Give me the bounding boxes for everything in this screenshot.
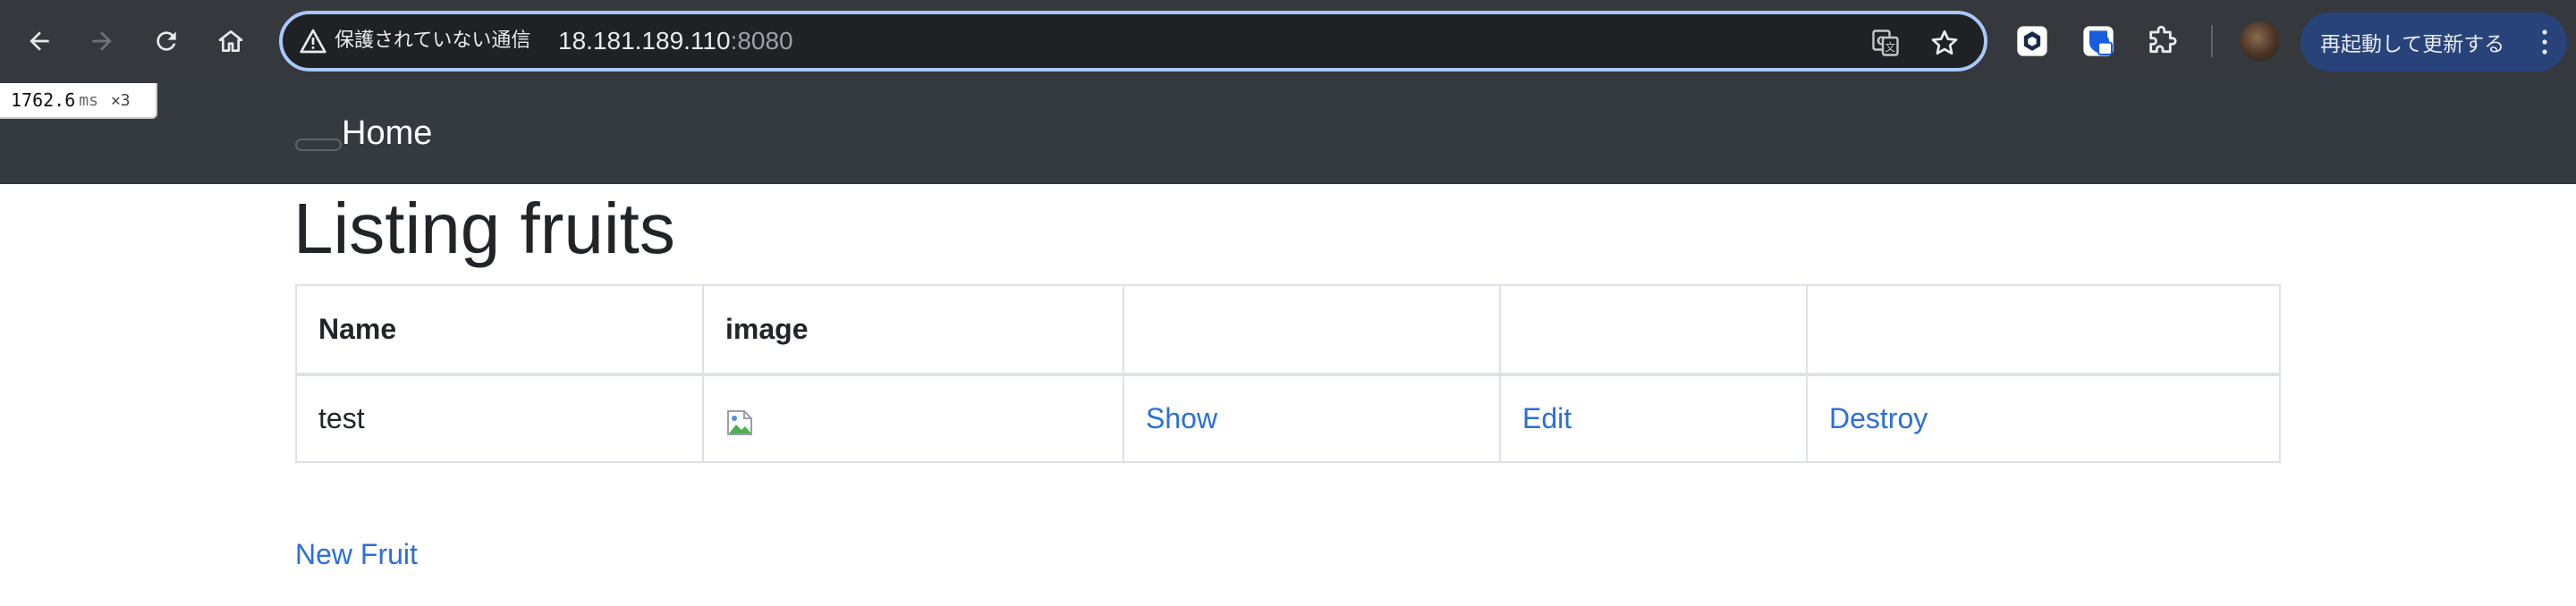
perf-value: 1762.6 <box>11 89 76 111</box>
cell-name: test <box>295 374 704 463</box>
app-navbar: Home <box>0 83 2576 184</box>
url-text[interactable]: 18.181.189.110:8080 <box>558 25 793 57</box>
svg-text:文: 文 <box>1885 40 1895 54</box>
home-icon <box>218 30 243 52</box>
edit-link[interactable]: Edit <box>1522 402 1572 434</box>
browser-toolbar: 保護されていない通信 18.181.189.110:8080 G 文 再起動して… <box>0 0 2576 83</box>
address-bar[interactable]: 保護されていない通信 18.181.189.110:8080 G 文 <box>279 11 1987 72</box>
star-icon[interactable] <box>1928 27 1961 59</box>
destroy-link[interactable]: Destroy <box>1829 402 1928 434</box>
cell-show: Show <box>1123 374 1501 463</box>
table-row: test Show Edit Destroy <box>295 374 2281 463</box>
home-button[interactable] <box>211 21 250 61</box>
broken-image-icon <box>727 409 752 435</box>
perf-multiplier: ✕3 <box>110 90 131 110</box>
perf-unit: ms <box>79 90 98 110</box>
header-destroy <box>1806 284 2281 376</box>
navbar-toggler[interactable] <box>295 139 342 151</box>
puzzle-icon[interactable] <box>2145 23 2181 59</box>
header-image: image <box>702 284 1124 376</box>
cell-edit: Edit <box>1499 374 1808 463</box>
reload-icon <box>157 31 176 51</box>
cell-destroy: Destroy <box>1806 374 2281 463</box>
fruits-table: Name image test Show Edit Destroy <box>295 284 2281 463</box>
nav-home-link[interactable]: Home <box>342 114 432 153</box>
header-edit <box>1499 284 1808 376</box>
header-show <box>1123 284 1501 376</box>
kebab-menu-icon <box>2542 29 2547 55</box>
profile-avatar[interactable] <box>2240 21 2279 61</box>
show-link[interactable]: Show <box>1146 402 1217 434</box>
bitwarden-icon[interactable] <box>2080 23 2116 59</box>
url-host: 18.181.189.110 <box>558 27 731 55</box>
page-title: Listing fruits <box>293 189 675 268</box>
warning-icon[interactable] <box>299 27 327 55</box>
forward-button[interactable] <box>82 21 122 61</box>
header-name: Name <box>295 284 704 376</box>
new-fruit-link[interactable]: New Fruit <box>295 536 418 572</box>
back-button[interactable] <box>20 21 59 61</box>
update-button[interactable]: 再起動して更新する <box>2301 13 2567 72</box>
toolbar-divider <box>2211 25 2213 57</box>
insecure-connection-label[interactable]: 保護されていない通信 <box>335 27 530 55</box>
reload-button[interactable] <box>147 21 186 61</box>
extension-icon[interactable] <box>2014 23 2050 59</box>
forward-icon <box>92 31 112 51</box>
cell-image <box>702 374 1124 463</box>
update-button-label: 再起動して更新する <box>2320 33 2505 56</box>
url-port: :8080 <box>730 27 793 55</box>
back-icon <box>30 31 49 51</box>
translate-icon[interactable]: G 文 <box>1869 27 1902 59</box>
table-header-row: Name image <box>295 284 2281 376</box>
perf-overlay: 1762.6 ms ✕3 <box>0 83 157 119</box>
